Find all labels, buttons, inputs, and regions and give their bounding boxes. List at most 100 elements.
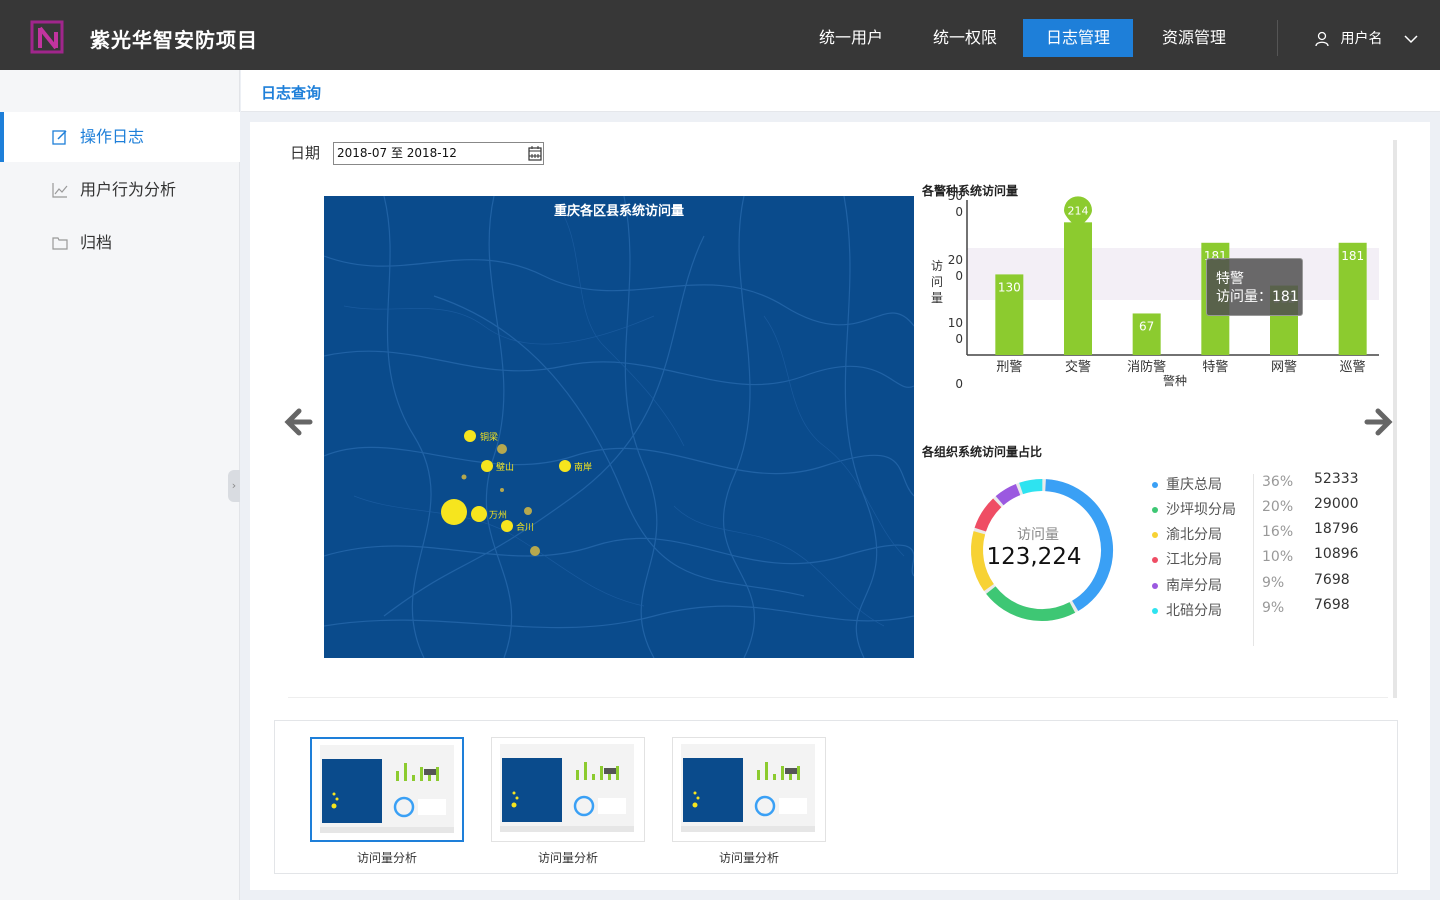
y-tick-label: 50 bbox=[948, 190, 963, 203]
nav-resource-management[interactable]: 资源管理 bbox=[1139, 19, 1249, 57]
user-menu[interactable]: 用户名 bbox=[1314, 28, 1419, 48]
divider bbox=[288, 697, 1388, 698]
hover-band bbox=[967, 248, 1379, 300]
bar-chart[interactable]: 5002001000访问量130刑警214交警67消防警181特警112网警18… bbox=[920, 190, 1390, 405]
data-label: 67 bbox=[1139, 319, 1154, 333]
legend-name: 江北分局 bbox=[1166, 552, 1222, 568]
legend-value: 29000 bbox=[1314, 496, 1359, 512]
donut-slice[interactable] bbox=[986, 586, 1076, 621]
x-tick-label: 消防警 bbox=[1127, 359, 1166, 375]
legend-percent: 16% bbox=[1262, 524, 1294, 540]
thumbnail-card[interactable] bbox=[672, 737, 826, 842]
breadcrumb[interactable]: 日志查询 bbox=[261, 82, 321, 103]
legend-divider bbox=[1253, 474, 1254, 646]
legend-value: 18796 bbox=[1314, 521, 1359, 537]
legend-percent: 10% bbox=[1262, 549, 1294, 565]
legend-value: 52333 bbox=[1314, 471, 1359, 487]
top-bar: 紫光华智安防项目 统一用户 统一权限 日志管理 资源管理 用户名 bbox=[0, 0, 1440, 70]
bar[interactable] bbox=[1064, 222, 1092, 355]
thumbnail-caption: 访问量分析 bbox=[537, 851, 598, 865]
user-icon bbox=[1315, 31, 1329, 47]
sidebar-item-label: 用户行为分析 bbox=[80, 180, 177, 199]
y-tick-label: 0 bbox=[955, 377, 963, 391]
sidebar: 操作日志 用户行为分析 归档 bbox=[0, 70, 240, 900]
calendar-icon[interactable] bbox=[528, 145, 542, 161]
y-axis-label: 访 bbox=[931, 259, 943, 273]
legend-dot bbox=[1152, 557, 1158, 563]
logo-icon bbox=[30, 20, 64, 54]
nav-divider bbox=[1277, 20, 1278, 56]
sidebar-collapse-handle[interactable]: › bbox=[228, 470, 240, 502]
edit-icon bbox=[52, 130, 67, 145]
legend-percent: 9% bbox=[1262, 575, 1285, 591]
y-tick-label: 0 bbox=[955, 205, 963, 219]
y-tick-label: 0 bbox=[955, 269, 963, 283]
x-axis-label: 警种 bbox=[1163, 373, 1187, 388]
map-chart[interactable]: 重庆各区县系统访问量 铜梁 璧山 南岸 万州 合川 bbox=[324, 196, 914, 658]
legend-item[interactable]: 重庆总局 36% 52333 bbox=[1152, 471, 1382, 496]
city-label: 合川 bbox=[516, 523, 535, 533]
city-label: 万州 bbox=[489, 511, 508, 521]
line-chart-icon bbox=[52, 183, 68, 198]
nav-unified-permission[interactable]: 统一权限 bbox=[910, 19, 1020, 57]
city-label: 南岸 bbox=[574, 463, 593, 473]
nav-log-management[interactable]: 日志管理 bbox=[1023, 19, 1133, 57]
tooltip-value: 访问量：181 bbox=[1216, 289, 1299, 305]
sidebar-item-user-behavior[interactable]: 用户行为分析 bbox=[0, 165, 240, 215]
x-tick-label: 特警 bbox=[1202, 359, 1228, 375]
donut-chart-title: 各组织系统访问量占比 bbox=[922, 445, 1043, 459]
date-label: 日期 bbox=[290, 144, 321, 162]
tooltip-title: 特警 bbox=[1216, 271, 1244, 287]
legend-dot bbox=[1152, 482, 1158, 488]
y-axis-label: 问 bbox=[931, 275, 943, 289]
chart-tooltip: 特警 访问量：181 bbox=[1206, 258, 1303, 316]
thumbnail-caption: 访问量分析 bbox=[356, 851, 417, 865]
legend-dot bbox=[1152, 608, 1158, 614]
next-arrow-icon[interactable] bbox=[1363, 405, 1393, 439]
legend-value: 7698 bbox=[1314, 572, 1350, 588]
sidebar-item-label: 归档 bbox=[80, 233, 113, 252]
legend-item[interactable]: 沙坪坝分局 20% 29000 bbox=[1152, 496, 1382, 521]
donut-slice[interactable] bbox=[995, 484, 1021, 506]
map-title: 重庆各区县系统访问量 bbox=[553, 204, 684, 219]
y-axis-label: 量 bbox=[931, 291, 943, 305]
thumbnail-preview bbox=[681, 744, 815, 832]
donut-slice[interactable] bbox=[1019, 479, 1043, 495]
x-tick-label: 刑警 bbox=[996, 359, 1022, 375]
sidebar-item-operation-log[interactable]: 操作日志 bbox=[0, 112, 240, 162]
legend-name: 南岸分局 bbox=[1166, 578, 1222, 594]
legend-value: 7698 bbox=[1314, 597, 1350, 613]
legend-name: 沙坪坝分局 bbox=[1166, 502, 1236, 518]
legend-item[interactable]: 南岸分局 9% 7698 bbox=[1152, 572, 1382, 597]
legend-percent: 20% bbox=[1262, 499, 1294, 515]
legend-name: 重庆总局 bbox=[1166, 477, 1222, 493]
thumbnail-card[interactable] bbox=[310, 737, 464, 842]
y-tick-label: 10 bbox=[948, 316, 963, 330]
legend-percent: 9% bbox=[1262, 600, 1285, 616]
city-label: 璧山 bbox=[496, 463, 515, 473]
legend-dot bbox=[1152, 532, 1158, 538]
legend-item[interactable]: 江北分局 10% 10896 bbox=[1152, 546, 1382, 571]
sidebar-item-archive[interactable]: 归档 bbox=[0, 218, 240, 268]
thumbnail-caption: 访问量分析 bbox=[718, 851, 779, 865]
data-label: 214 bbox=[1068, 204, 1089, 217]
panel-scrollbar[interactable] bbox=[1393, 140, 1397, 698]
sidebar-item-label: 操作日志 bbox=[80, 127, 145, 146]
legend-item[interactable]: 渝北分局 16% 18796 bbox=[1152, 521, 1382, 546]
date-range-input[interactable]: 2018-07 至 2018-12 bbox=[333, 142, 544, 165]
nav-unified-user[interactable]: 统一用户 bbox=[796, 19, 906, 57]
app-title: 紫光华智安防项目 bbox=[90, 28, 258, 52]
data-label: 181 bbox=[1341, 249, 1364, 263]
legend-item[interactable]: 北碚分局 9% 7698 bbox=[1152, 597, 1382, 622]
legend-name: 北碚分局 bbox=[1166, 603, 1222, 619]
previous-arrow-icon[interactable] bbox=[284, 405, 314, 439]
legend-dot bbox=[1152, 507, 1158, 513]
user-name: 用户名 bbox=[1340, 31, 1383, 47]
thumbnail-preview bbox=[500, 744, 634, 832]
city-label: 铜梁 bbox=[480, 433, 499, 443]
legend-dot bbox=[1152, 583, 1158, 589]
thumbnail-card[interactable] bbox=[491, 737, 645, 842]
chevron-down-icon bbox=[1404, 35, 1418, 44]
thumbnail-preview bbox=[320, 745, 454, 833]
x-tick-label: 交警 bbox=[1065, 359, 1091, 375]
